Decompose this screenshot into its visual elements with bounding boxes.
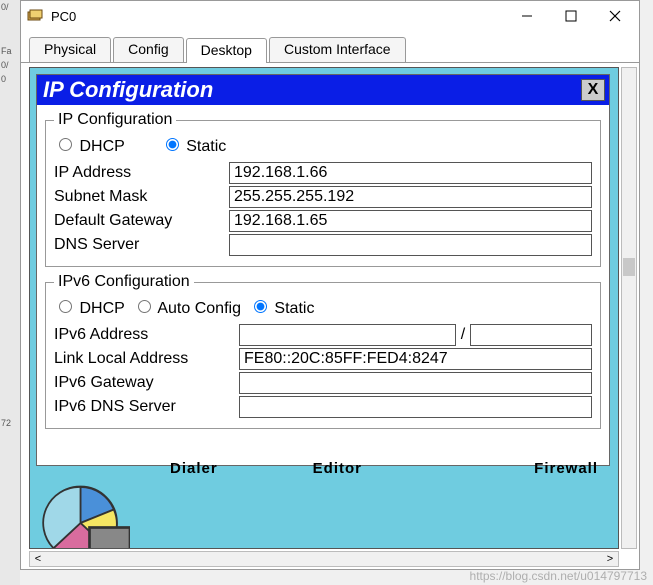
tab-physical[interactable]: Physical — [29, 37, 111, 62]
ipv6-auto-radio[interactable] — [138, 300, 151, 313]
ipv6-prefix-input[interactable] — [470, 324, 592, 346]
tab-custom[interactable]: Custom Interface — [269, 37, 406, 62]
pc-icon — [27, 9, 45, 23]
desktop-apps-strip: Dialer Editor Firewall — [30, 460, 618, 548]
scroll-right-arrow[interactable]: > — [604, 553, 616, 565]
subnet-mask-label: Subnet Mask — [54, 188, 229, 206]
ipv6-dhcp-option[interactable]: DHCP — [54, 297, 125, 318]
ip-config-window: IP Configuration X IP Configuration DHCP… — [36, 74, 610, 466]
gateway-label: Default Gateway — [54, 212, 229, 230]
prefix-slash: / — [456, 326, 470, 344]
ipv6-dns-input[interactable] — [239, 396, 592, 418]
ipv4-static-radio[interactable] — [166, 138, 179, 151]
close-button[interactable] — [593, 2, 637, 30]
dns-input[interactable] — [229, 234, 592, 256]
ip-address-label: IP Address — [54, 164, 229, 182]
ipv4-static-option[interactable]: Static — [161, 135, 226, 156]
maximize-button[interactable] — [549, 2, 593, 30]
link-local-input[interactable] — [239, 348, 592, 370]
minimize-button[interactable] — [505, 2, 549, 30]
dialer-label: Dialer — [170, 460, 313, 477]
tab-desktop[interactable]: Desktop — [186, 38, 267, 63]
watermark: https://blog.csdn.net/u014797713 — [470, 569, 647, 583]
ip-config-titlebar[interactable]: IP Configuration X — [37, 75, 609, 105]
ip-config-close-button[interactable]: X — [581, 79, 605, 101]
editor-label: Editor — [313, 460, 456, 477]
ipv6-gateway-input[interactable] — [239, 372, 592, 394]
ipv6-gateway-label: IPv6 Gateway — [54, 374, 239, 392]
ipv6-auto-option[interactable]: Auto Config — [133, 297, 241, 318]
tab-config[interactable]: Config — [113, 37, 183, 62]
vertical-scrollbar[interactable] — [621, 67, 637, 549]
ipv4-dhcp-option[interactable]: DHCP — [54, 135, 125, 156]
ipv6-dns-label: IPv6 DNS Server — [54, 398, 239, 416]
ip-config-title: IP Configuration — [43, 77, 581, 103]
ipv4-dhcp-radio[interactable] — [59, 138, 72, 151]
link-local-label: Link Local Address — [54, 350, 239, 368]
traffic-generator-icon[interactable] — [40, 478, 130, 549]
scrollbar-thumb[interactable] — [623, 258, 635, 276]
subnet-mask-input[interactable] — [229, 186, 592, 208]
desktop-panel: IP Configuration X IP Configuration DHCP… — [29, 67, 619, 549]
ipv4-legend: IP Configuration — [54, 111, 176, 129]
scroll-left-arrow[interactable]: < — [32, 553, 44, 565]
ipv6-fieldset: IPv6 Configuration DHCP Auto Config Stat… — [45, 273, 601, 429]
main-tabs: Physical Config Desktop Custom Interface — [21, 37, 639, 63]
ipv6-legend: IPv6 Configuration — [54, 273, 194, 291]
firewall-label: Firewall — [455, 460, 598, 477]
dns-label: DNS Server — [54, 236, 229, 254]
ipv6-address-input[interactable] — [239, 324, 456, 346]
gateway-input[interactable] — [229, 210, 592, 232]
ipv4-fieldset: IP Configuration DHCP Static IP Address … — [45, 111, 601, 267]
ipv6-static-option[interactable]: Static — [249, 297, 314, 318]
horizontal-scrollbar[interactable]: < > — [29, 551, 619, 567]
ip-address-input[interactable] — [229, 162, 592, 184]
ipv6-address-label: IPv6 Address — [54, 326, 239, 344]
ipv6-static-radio[interactable] — [254, 300, 267, 313]
window-title: PC0 — [51, 9, 505, 24]
ipv6-dhcp-radio[interactable] — [59, 300, 72, 313]
app-window: PC0 Physical Config Desktop Custom Inter… — [20, 0, 640, 570]
titlebar[interactable]: PC0 — [21, 1, 639, 31]
background-edge: 0/ Fa 0/ 0 72 — [0, 0, 20, 585]
